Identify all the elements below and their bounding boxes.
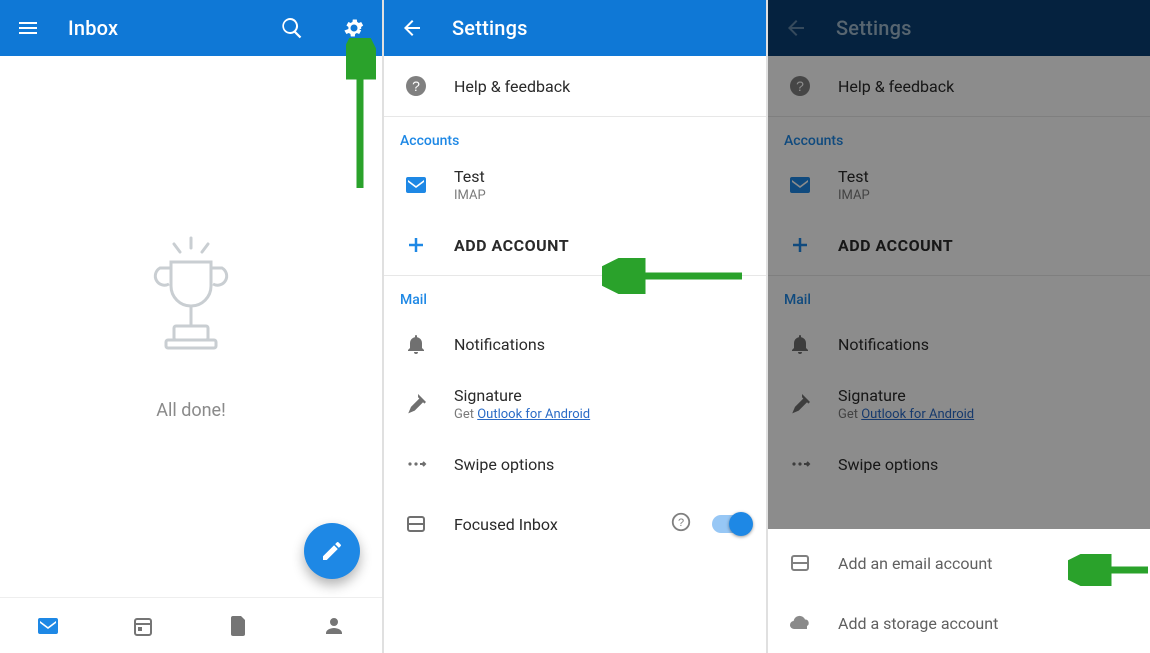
row-label: Signature — [454, 386, 750, 405]
sheet-add-storage[interactable]: Add a storage account — [768, 593, 1150, 653]
nav-mail-icon[interactable] — [28, 606, 68, 646]
annotation-arrow-add-account — [602, 258, 752, 294]
account-name: Test — [454, 167, 750, 186]
panel-settings: Settings ? Help & feedback Accounts Test… — [384, 0, 768, 653]
gear-icon[interactable] — [342, 16, 366, 40]
panel-settings-sheet: Settings ? Help & feedback Accounts Test… — [768, 0, 1150, 653]
annotation-arrow-add-email — [1068, 554, 1150, 586]
back-icon[interactable] — [400, 16, 424, 40]
plus-icon — [398, 233, 434, 257]
account-type: IMAP — [454, 188, 750, 203]
svg-text:?: ? — [678, 517, 684, 529]
mail-icon — [398, 173, 434, 197]
signature-prefix: Get — [454, 407, 477, 422]
appbar-settings: Settings — [384, 0, 766, 56]
page-title: Settings — [452, 16, 750, 40]
row-label: Add a storage account — [838, 614, 1134, 633]
section-accounts: Accounts — [384, 117, 766, 155]
search-icon[interactable] — [280, 16, 304, 40]
menu-icon[interactable] — [16, 16, 40, 40]
nav-people-icon[interactable] — [314, 606, 354, 646]
swipe-icon — [398, 452, 434, 476]
row-swipe[interactable]: Swipe options — [384, 434, 766, 494]
compose-button[interactable] — [304, 523, 360, 579]
empty-state-text: All done! — [156, 400, 226, 421]
cloud-icon — [782, 611, 818, 635]
focused-icon — [398, 512, 434, 536]
bottom-sheet: Add an email account Add a storage accou… — [768, 529, 1150, 653]
nav-files-icon[interactable] — [219, 606, 259, 646]
trophy-icon — [136, 232, 246, 376]
panel-inbox: Inbox — [0, 0, 384, 653]
focused-toggle[interactable] — [712, 515, 750, 533]
row-help-feedback[interactable]: ? Help & feedback — [384, 56, 766, 116]
nav-calendar-icon[interactable] — [123, 606, 163, 646]
row-label: Swipe options — [454, 455, 750, 474]
row-label: Notifications — [454, 335, 750, 354]
email-box-icon — [782, 551, 818, 575]
bell-icon — [398, 332, 434, 356]
signature-link[interactable]: Outlook for Android — [477, 407, 590, 422]
svg-text:?: ? — [412, 78, 420, 94]
bottom-nav — [0, 597, 382, 653]
row-label: Help & feedback — [454, 77, 750, 96]
row-notifications[interactable]: Notifications — [384, 314, 766, 374]
help-icon: ? — [398, 74, 434, 98]
row-account[interactable]: Test IMAP — [384, 155, 766, 215]
row-signature[interactable]: Signature Get Outlook for Android — [384, 374, 766, 434]
empty-state: All done! — [0, 56, 382, 597]
help-circle-icon[interactable]: ? — [670, 511, 692, 537]
annotation-arrow-gear — [346, 38, 376, 198]
pen-nib-icon — [398, 392, 434, 416]
row-label: Focused Inbox — [454, 515, 650, 534]
appbar-inbox: Inbox — [0, 0, 382, 56]
add-account-label: ADD ACCOUNT — [454, 236, 750, 255]
row-focused-inbox[interactable]: Focused Inbox ? — [384, 494, 766, 554]
page-title: Inbox — [68, 16, 252, 40]
